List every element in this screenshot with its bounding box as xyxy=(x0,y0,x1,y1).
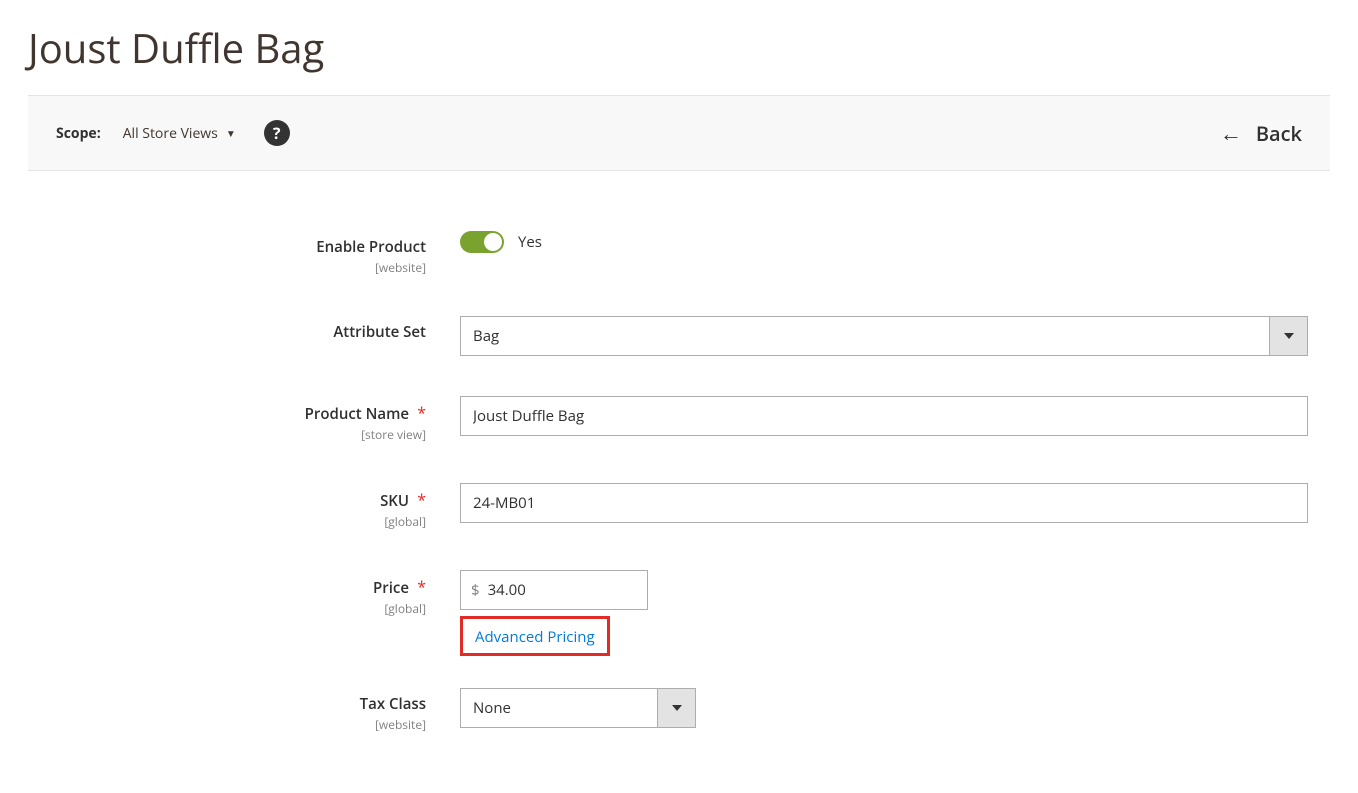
currency-symbol: $ xyxy=(461,580,488,600)
attribute-set-dropdown-button[interactable] xyxy=(1269,317,1307,355)
attribute-set-value: Bag xyxy=(461,317,1269,355)
chevron-down-icon xyxy=(1284,333,1294,339)
advanced-pricing-link[interactable]: Advanced Pricing xyxy=(475,627,595,647)
product-name-input[interactable] xyxy=(460,396,1308,436)
scope-product-name: [store view] xyxy=(28,426,426,443)
label-tax-class: Tax Class xyxy=(28,694,426,714)
arrow-left-icon: ← xyxy=(1220,118,1242,148)
scope-label: Scope: xyxy=(56,124,101,143)
price-input[interactable] xyxy=(488,571,647,609)
label-product-name: Product Name xyxy=(305,404,409,424)
tax-class-select[interactable]: None xyxy=(460,688,696,728)
scope-switcher-value: All Store Views xyxy=(123,124,218,143)
required-asterisk-icon: * xyxy=(417,402,426,424)
scope-sku: [global] xyxy=(28,513,426,530)
price-input-wrap: $ xyxy=(460,570,648,610)
enable-product-value: Yes xyxy=(518,232,542,252)
scope-switcher[interactable]: All Store Views ▼ xyxy=(123,124,236,143)
label-enable-product: Enable Product xyxy=(28,237,426,257)
label-sku: SKU xyxy=(380,491,409,511)
help-icon[interactable]: ? xyxy=(264,120,290,146)
row-price: Price * [global] $ Advanced Pricing xyxy=(28,570,1330,656)
row-sku: SKU * [global] xyxy=(28,483,1330,530)
tax-class-dropdown-button[interactable] xyxy=(657,689,695,727)
product-form: Enable Product [website] Yes Attribute S… xyxy=(0,171,1358,793)
toggle-knob-icon xyxy=(484,233,502,251)
back-button[interactable]: ← Back xyxy=(1220,118,1302,148)
advanced-pricing-highlight: Advanced Pricing xyxy=(460,616,610,656)
label-attribute-set: Attribute Set xyxy=(28,322,426,342)
page-title: Joust Duffle Bag xyxy=(28,20,1358,75)
tax-class-value: None xyxy=(461,689,657,727)
row-tax-class: Tax Class [website] None xyxy=(28,688,1330,733)
required-asterisk-icon: * xyxy=(417,489,426,511)
row-enable-product: Enable Product [website] Yes xyxy=(28,231,1330,276)
chevron-down-icon xyxy=(672,705,682,711)
row-product-name: Product Name * [store view] xyxy=(28,396,1330,443)
label-price: Price xyxy=(373,578,409,598)
enable-product-toggle[interactable] xyxy=(460,231,504,253)
scope-price: [global] xyxy=(28,600,426,617)
page-actions-bar: Scope: All Store Views ▼ ? ← Back xyxy=(28,95,1330,171)
attribute-set-select[interactable]: Bag xyxy=(460,316,1308,356)
row-attribute-set: Attribute Set Bag xyxy=(28,316,1330,356)
scope-tax-class: [website] xyxy=(28,716,426,733)
scope-enable-product: [website] xyxy=(28,259,426,276)
sku-input[interactable] xyxy=(460,483,1308,523)
back-label: Back xyxy=(1256,120,1302,147)
required-asterisk-icon: * xyxy=(417,576,426,598)
chevron-down-icon: ▼ xyxy=(226,126,236,140)
